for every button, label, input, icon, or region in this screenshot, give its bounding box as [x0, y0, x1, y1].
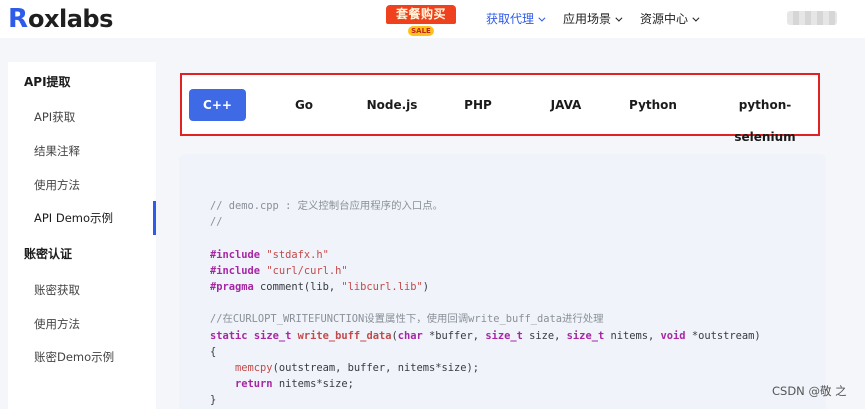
code-line: #pragma comment(lib, "libcurl.lib") [210, 281, 429, 294]
nav-label: 应用场景 [563, 12, 612, 26]
logo-letter: R [8, 4, 29, 34]
top-header: Roxlabs 套餐购买 SALE 获取代理 应用场景 资源中心 [0, 0, 865, 38]
logo-text: oxlabs [28, 5, 113, 33]
tab-php[interactable]: PHP [452, 89, 504, 121]
sidebar-group-api[interactable]: API提取 [24, 74, 71, 90]
nav-get-proxy[interactable]: 获取代理 [486, 10, 546, 28]
nav-label: 获取代理 [486, 12, 535, 26]
tab-go[interactable]: Go [278, 89, 330, 121]
chevron-down-icon [538, 14, 546, 22]
tab-python[interactable]: Python [622, 89, 684, 121]
sidebar-item-result-notes[interactable]: 结果注释 [34, 143, 80, 159]
sidebar-group-auth[interactable]: 账密认证 [24, 246, 72, 262]
sidebar-item-api-get[interactable]: API获取 [34, 109, 75, 125]
code-line: static size_t write_buff_data(char *buff… [210, 329, 761, 342]
tab-cpp[interactable]: C++ [189, 89, 246, 121]
tab-java[interactable]: JAVA [537, 89, 595, 121]
sidebar-item-auth-get[interactable]: 账密获取 [34, 282, 80, 298]
promo-banner[interactable]: 套餐购买 SALE [386, 5, 456, 36]
code-block[interactable]: // demo.cpp : 定义控制台应用程序的入口点。 // #include… [210, 198, 761, 409]
sidebar-item-auth-demo[interactable]: 账密Demo示例 [34, 349, 114, 365]
code-line: #include "stdafx.h" [210, 248, 329, 261]
user-account[interactable] [787, 11, 837, 25]
nav-label: 资源中心 [640, 12, 689, 26]
promo-label: 套餐购买 [386, 5, 456, 24]
code-panel: // demo.cpp : 定义控制台应用程序的入口点。 // #include… [179, 154, 826, 409]
sidebar-item-api-demo[interactable]: API Demo示例 [34, 210, 113, 226]
code-line: // demo.cpp : 定义控制台应用程序的入口点。 [210, 200, 444, 212]
code-line: } [210, 394, 217, 407]
active-indicator [153, 201, 156, 235]
code-line: { [210, 345, 217, 358]
chevron-down-icon [692, 14, 700, 22]
sidebar: API提取 API获取 结果注释 使用方法 API Demo示例 账密认证 账密… [8, 62, 156, 409]
nav-resources[interactable]: 资源中心 [640, 10, 700, 28]
code-line: return nitems*size; [235, 378, 354, 391]
tab-nodejs[interactable]: Node.js [357, 89, 427, 121]
roxlabs-logo[interactable]: Roxlabs [8, 6, 113, 32]
code-line: // [210, 216, 223, 229]
code-line: memcpy(outstream, buffer, nitems*size); [235, 362, 480, 375]
csdn-watermark: CSDN @敬 之 [772, 384, 847, 398]
code-line: #include "curl/curl.h" [210, 264, 348, 277]
sale-badge: SALE [408, 26, 434, 36]
sidebar-item-usage[interactable]: 使用方法 [34, 177, 80, 193]
chevron-down-icon [615, 14, 623, 22]
code-line: //在CURLOPT_WRITEFUNCTION设置属性下，使用回调write_… [210, 313, 604, 326]
nav-use-cases[interactable]: 应用场景 [563, 10, 623, 28]
tab-python-selenium[interactable]: python-selenium [710, 89, 820, 144]
sidebar-item-auth-usage[interactable]: 使用方法 [34, 316, 80, 332]
language-tabs: C++ Go Node.js PHP JAVA Python python-se… [180, 73, 820, 144]
